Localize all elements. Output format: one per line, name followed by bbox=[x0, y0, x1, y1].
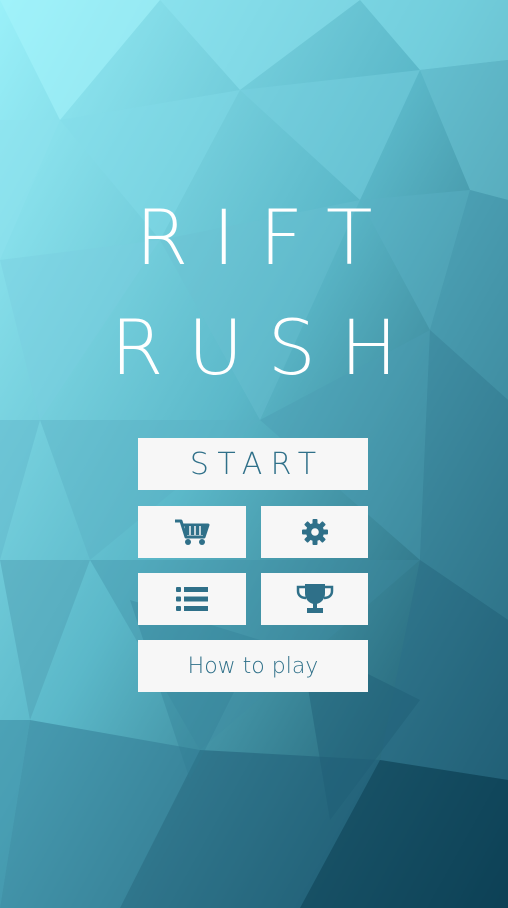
gear-icon bbox=[300, 517, 330, 547]
game-title-line-2: RUSH bbox=[110, 303, 422, 392]
trophy-icon bbox=[295, 583, 335, 615]
shop-button[interactable] bbox=[138, 506, 246, 558]
list-button[interactable] bbox=[138, 573, 246, 625]
achievements-button[interactable] bbox=[261, 573, 368, 625]
list-icon bbox=[176, 586, 208, 612]
shopping-cart-icon bbox=[173, 517, 211, 547]
settings-button[interactable] bbox=[261, 506, 368, 558]
how-to-play-button[interactable]: How to play bbox=[138, 640, 368, 692]
start-button[interactable]: START bbox=[138, 438, 368, 490]
game-title-line-1: RIFT bbox=[135, 193, 397, 282]
